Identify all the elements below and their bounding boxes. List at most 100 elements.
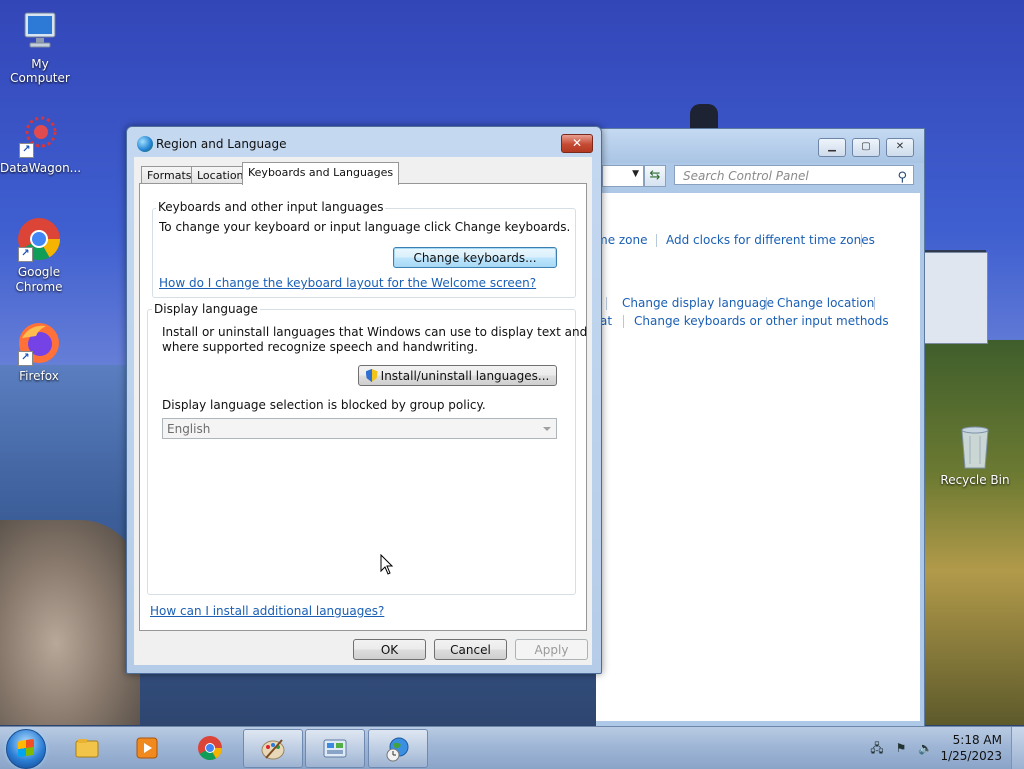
apply-button[interactable]: Apply [515,639,588,660]
desktop-wallpaper-grass [920,340,1024,725]
control-panel-window[interactable]: ▁ ▢ ✕ ▼ ⇆ Search Control Panel ⚲ me zone… [596,128,925,728]
ok-button[interactable]: OK [353,639,426,660]
tab-location[interactable]: Location [191,166,250,184]
chevron-down-icon: ▼ [632,169,639,179]
dialog-client-area: Formats Location Keyboards and Languages… [134,157,592,665]
globe-icon [137,136,153,152]
globe-clock-icon [386,737,409,762]
desktop-icon-label: DataWagon... [0,161,82,175]
refresh-icon: ⇆ [649,168,661,183]
tab-page-keyboards-and-languages: Keyboards and other input languages To c… [139,183,587,631]
taskbar-explorer[interactable] [58,729,116,766]
search-placeholder: Search Control Panel [683,169,809,183]
taskbar: 🖧 ⚑ 🔈 5:18 AM 1/25/2023 [0,726,1024,769]
install-uninstall-languages-button[interactable]: Install/uninstall languages... [358,365,557,386]
install-uninstall-languages-label: Install/uninstall languages... [380,369,550,383]
paint-palette-icon [261,739,285,760]
media-player-icon [136,737,158,759]
link-change-location[interactable]: Change location [777,296,874,310]
link-separator [606,297,607,310]
link-separator [861,234,862,247]
shortcut-arrow-icon: ↗ [18,351,33,366]
desktop-icon-google-chrome[interactable]: ↗ Google Chrome [0,216,79,295]
taskbar-media-player[interactable] [118,729,176,766]
desktop-icon-my-computer[interactable]: My Computer [0,8,80,85]
clock-time[interactable]: 5:18 AM [953,733,1002,747]
computer-icon [17,8,63,54]
link-separator [623,315,624,328]
windows-logo-icon [18,738,34,758]
link-change-display-language[interactable]: Change display language [622,296,774,310]
system-tray: 🖧 ⚑ 🔈 5:18 AM 1/25/2023 [864,727,1024,769]
taskbar-region-language[interactable] [368,729,428,768]
mouse-cursor-icon [380,554,394,575]
start-button[interactable] [6,729,46,769]
desktop-icon-label: Google Chrome [15,265,63,294]
search-input[interactable]: Search Control Panel ⚲ [674,165,914,185]
desktop-wallpaper-house [924,252,988,344]
display-language-selected: English [167,422,211,436]
desktop-wallpaper-lighthouse [690,104,718,130]
chrome-icon: ↗ [16,216,62,262]
chevron-down-icon [543,427,551,431]
address-bar[interactable]: ▼ [602,165,644,187]
control-panel-content: me zone Add clocks for different time zo… [596,193,920,721]
control-panel-titlebar[interactable]: ▁ ▢ ✕ [596,129,924,163]
close-icon: ✕ [895,141,905,152]
tab-formats[interactable]: Formats [141,166,198,184]
desktop-icon-label: Recycle Bin [940,473,1010,487]
datawagon-icon: ↗ [17,112,63,158]
tab-keyboards-and-languages[interactable]: Keyboards and Languages [242,162,400,185]
dialog-title: Region and Language [156,137,287,151]
group-policy-note: Display language selection is blocked by… [162,398,486,412]
refresh-button[interactable]: ⇆ [644,165,666,187]
maximize-icon: ▢ [861,141,871,152]
clock-date[interactable]: 1/25/2023 [940,749,1002,763]
desktop-icon-label: My Computer [10,57,70,85]
install-additional-languages-link[interactable]: How can I install additional languages? [150,604,384,618]
link-separator [874,297,875,310]
control-panel-icon [323,739,347,758]
display-language-group-label: Display language [152,302,260,316]
region-language-dialog[interactable]: Region and Language ✕ Formats Location K… [126,126,602,674]
close-icon: ✕ [571,136,583,150]
desktop-icon-label: Firefox [19,369,59,383]
cancel-button[interactable]: Cancel [434,639,507,660]
desktop-icon-firefox[interactable]: ↗ Firefox [0,320,79,383]
uac-shield-icon [365,369,378,382]
minimize-button[interactable]: ▁ [818,138,846,157]
link-add-clocks[interactable]: Add clocks for different time zones [666,233,875,247]
maximize-button[interactable]: ▢ [852,138,880,157]
desktop-icon-datawagon[interactable]: ↗ DataWagon... [0,112,82,175]
desktop-wallpaper-rocks [0,520,140,725]
display-language-description-line2: where supported recognize speech and han… [162,340,478,354]
taskbar-paint[interactable] [243,729,303,768]
shortcut-arrow-icon: ↗ [19,143,34,158]
keyboards-group-label: Keyboards and other input languages [156,200,386,214]
desktop-icon-recycle-bin[interactable]: Recycle Bin [935,424,1015,487]
show-desktop-button[interactable] [1011,727,1024,769]
change-keyboards-button[interactable]: Change keyboards... [393,247,557,268]
network-icon[interactable]: 🖧 [870,741,884,755]
recycle-bin-icon [952,424,998,470]
firefox-icon: ↗ [16,320,62,366]
link-change-keyboards-input[interactable]: Change keyboards or other input methods [634,314,889,328]
minimize-icon: ▁ [828,141,836,152]
shortcut-arrow-icon: ↗ [18,247,33,262]
search-icon: ⚲ [897,170,907,185]
keyboards-description: To change your keyboard or input languag… [159,220,571,234]
display-language-description-line1: Install or uninstall languages that Wind… [162,325,588,339]
link-separator [766,297,767,310]
close-button[interactable]: ✕ [886,138,914,157]
link-time-zone[interactable]: me zone [596,233,648,247]
taskbar-control-panel[interactable] [305,729,365,768]
link-separator [656,234,657,247]
display-language-select: English [162,418,557,439]
chrome-icon [198,736,222,761]
volume-icon[interactable]: 🔈 [918,741,933,755]
dialog-close-button[interactable]: ✕ [561,134,593,153]
welcome-keyboard-help-link[interactable]: How do I change the keyboard layout for … [159,276,536,290]
taskbar-chrome[interactable] [181,729,239,766]
action-center-flag-icon[interactable]: ⚑ [894,741,908,755]
folder-icon [75,739,99,758]
